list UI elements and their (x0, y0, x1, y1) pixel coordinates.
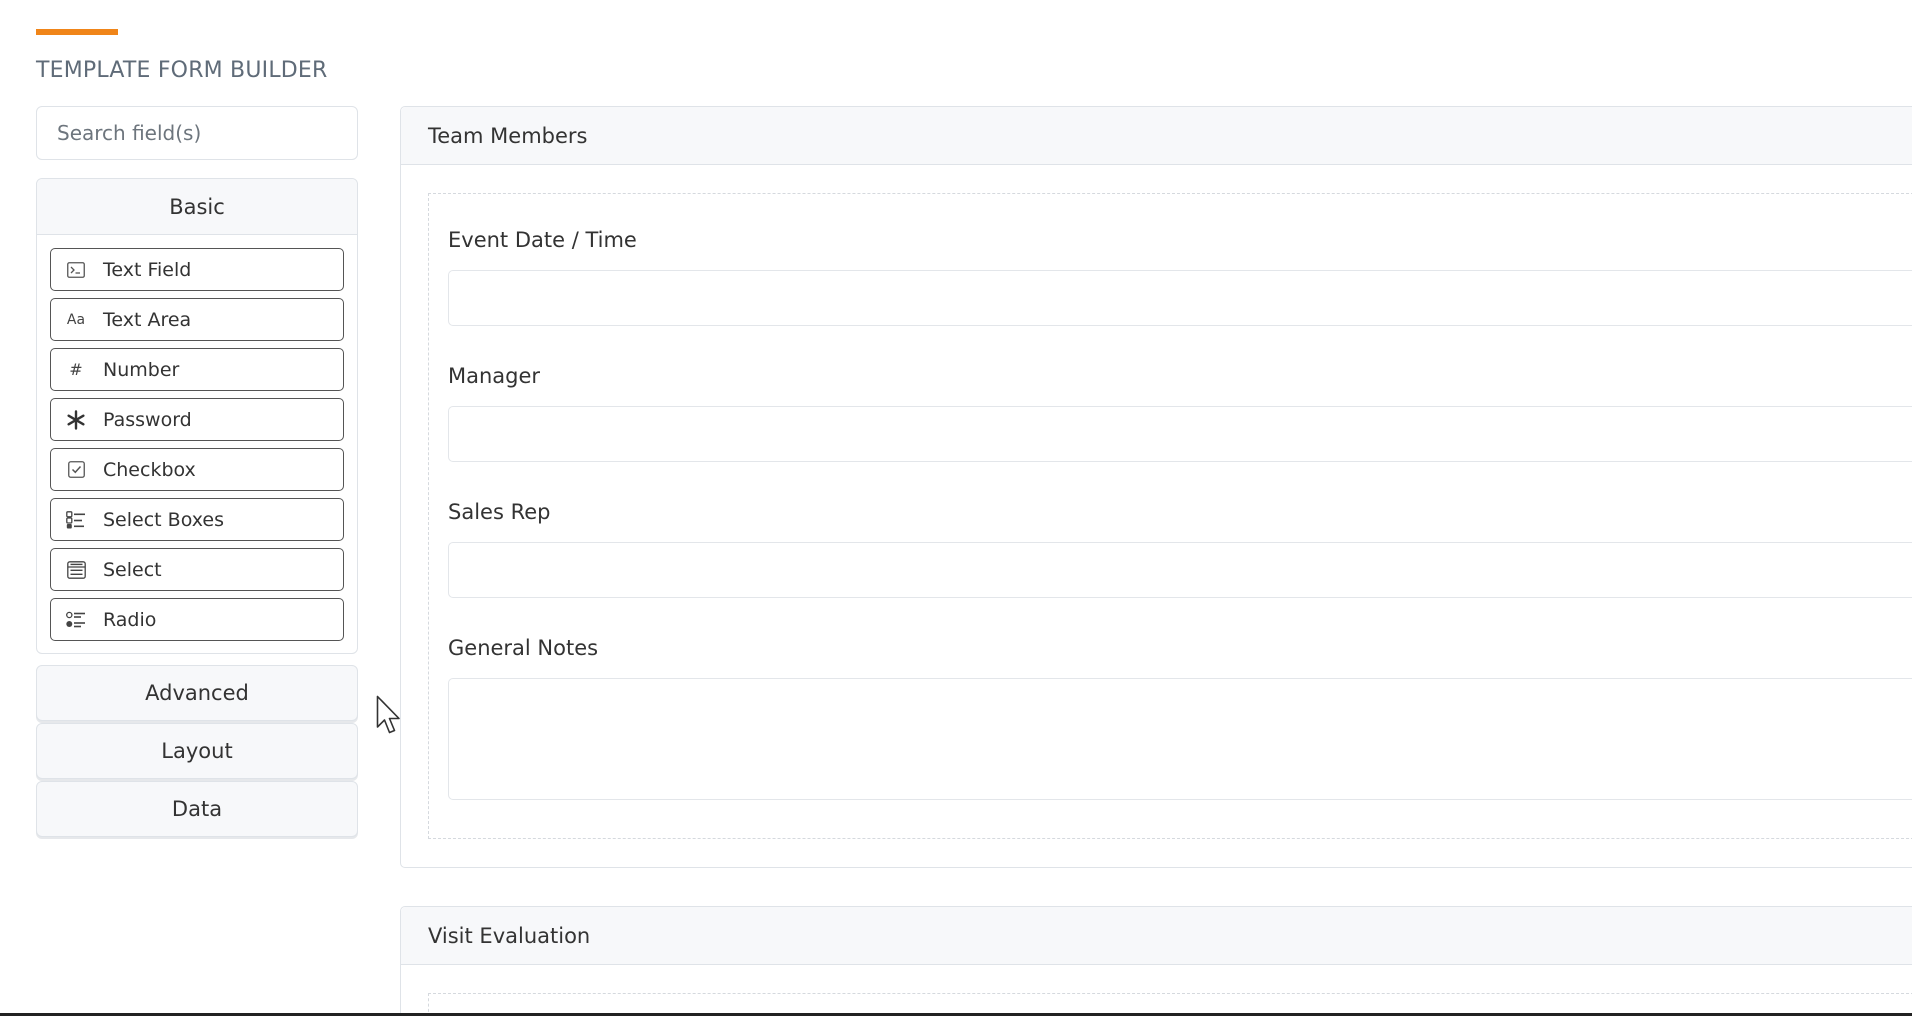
component-label: Password (103, 408, 192, 431)
terminal-icon (65, 259, 87, 281)
component-radio[interactable]: Radio (50, 598, 344, 641)
field-label-event-date-time: Event Date / Time (448, 228, 637, 252)
field-label-general-notes: General Notes (448, 636, 599, 660)
panel-title: Visit Evaluation (401, 907, 1912, 965)
component-label: Checkbox (103, 458, 196, 481)
group-header-basic[interactable]: Basic (37, 179, 357, 235)
panel-title: Team Members (401, 107, 1912, 165)
component-number[interactable]: # Number (50, 348, 344, 391)
page-title: TEMPLATE FORM BUILDER (36, 58, 328, 83)
field-label-manager: Manager (448, 364, 541, 388)
component-label: Text Field (103, 258, 192, 281)
group-header-advanced[interactable]: Advanced (36, 665, 358, 721)
asterisk-icon (65, 409, 87, 431)
group-body-basic: Text Field Aa Text Area # Number Passwor… (37, 235, 357, 653)
group-header-data[interactable]: Data (36, 781, 358, 837)
event-date-time-input[interactable] (448, 270, 1912, 326)
component-text-area[interactable]: Aa Text Area (50, 298, 344, 341)
sales-rep-input[interactable] (448, 542, 1912, 598)
component-text-field[interactable]: Text Field (50, 248, 344, 291)
component-password[interactable]: Password (50, 398, 344, 441)
group-basic: Basic Text Field Aa Text Area # Number P… (36, 178, 358, 654)
component-label: Radio (103, 608, 157, 631)
panel-team-members: Team Members Event Date / Time Manager S… (400, 106, 1912, 868)
field-label-sales-rep: Sales Rep (448, 500, 551, 524)
select-list-icon (65, 559, 87, 581)
component-checkbox[interactable]: Checkbox (50, 448, 344, 491)
component-sidebar: Basic Text Field Aa Text Area # Number (36, 106, 358, 837)
group-header-layout[interactable]: Layout (36, 723, 358, 779)
component-select-boxes[interactable]: Select Boxes (50, 498, 344, 541)
component-select[interactable]: Select (50, 548, 344, 591)
component-label: Select (103, 558, 162, 581)
general-notes-textarea[interactable] (448, 678, 1912, 800)
panel-dropzone: Event Date / Time Manager Sales Rep Gene… (428, 193, 1912, 839)
component-label: Select Boxes (103, 508, 224, 531)
font-icon: Aa (66, 311, 86, 328)
panel-visit-evaluation: Visit Evaluation (400, 906, 1912, 1016)
manager-input[interactable] (448, 406, 1912, 462)
search-fields-input[interactable] (36, 106, 358, 160)
radio-list-icon (65, 609, 87, 631)
hashtag-icon: # (69, 360, 83, 379)
list-checks-icon (65, 509, 87, 531)
component-label: Text Area (103, 308, 192, 331)
component-label: Number (103, 358, 180, 381)
brand-accent-bar (36, 29, 118, 35)
check-square-icon (65, 459, 87, 481)
